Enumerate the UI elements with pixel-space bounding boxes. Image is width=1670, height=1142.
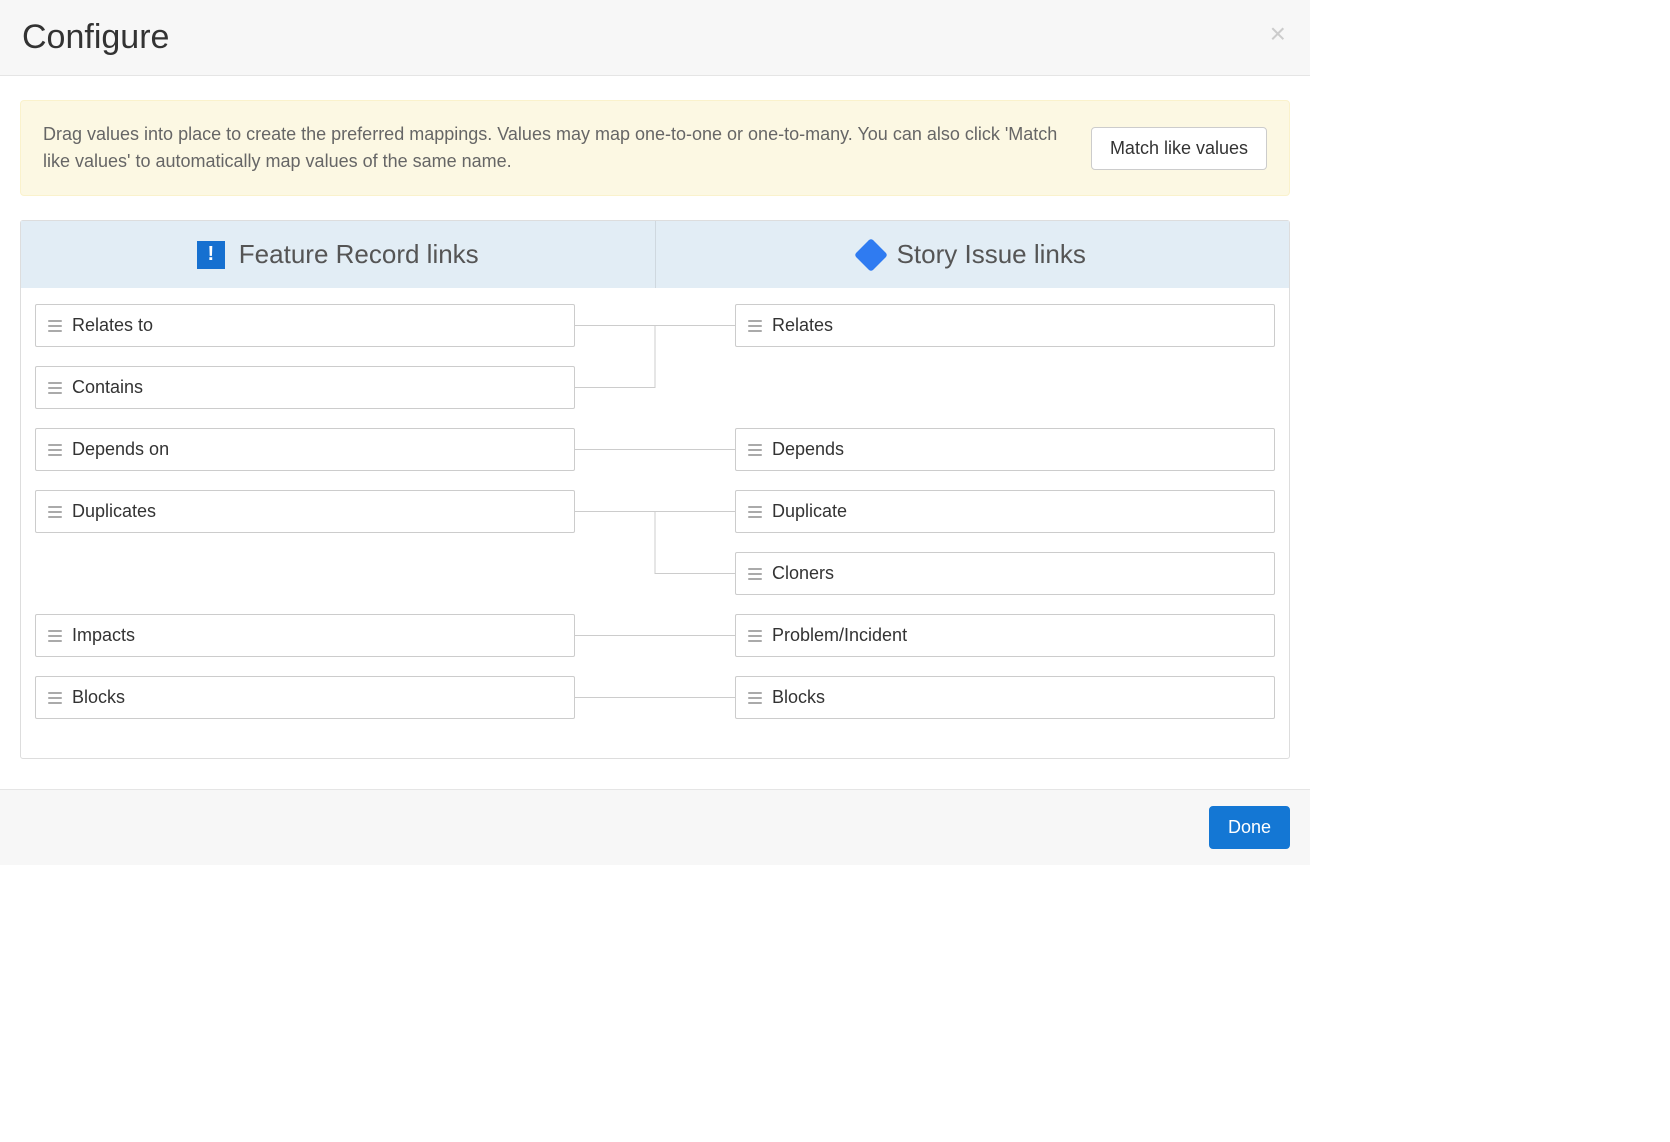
item-label: Problem/Incident xyxy=(772,625,907,646)
drag-handle-icon xyxy=(48,382,62,394)
item-label: Depends on xyxy=(72,439,169,460)
item-label: Duplicates xyxy=(72,501,156,522)
left-item[interactable]: Relates to xyxy=(35,304,575,347)
mapping-grid: Relates to Contains Depends on Duplicates Im… xyxy=(35,304,1275,738)
item-label: Cloners xyxy=(772,563,834,584)
aha-icon: ! xyxy=(197,241,225,269)
right-column-title: Story Issue links xyxy=(897,239,1086,270)
mapping-slot: Relates to xyxy=(35,304,575,350)
right-item[interactable]: Cloners xyxy=(735,552,1275,595)
right-column-header: Story Issue links xyxy=(655,221,1290,288)
left-item[interactable]: Contains xyxy=(35,366,575,409)
left-item[interactable]: Blocks xyxy=(35,676,575,719)
drag-handle-icon xyxy=(48,506,62,518)
drag-handle-icon xyxy=(748,320,762,332)
info-alert: Drag values into place to create the pre… xyxy=(20,100,1290,196)
mapping-slot: Depends xyxy=(735,428,1275,474)
item-label: Relates to xyxy=(72,315,153,336)
left-item[interactable]: Impacts xyxy=(35,614,575,657)
left-column: Relates to Contains Depends on Duplicates Im… xyxy=(35,304,655,738)
modal-title: Configure xyxy=(22,18,1288,57)
mapping-slot xyxy=(35,552,575,598)
drag-handle-icon xyxy=(48,320,62,332)
item-label: Depends xyxy=(772,439,844,460)
drag-handle-icon xyxy=(748,568,762,580)
mapping-slot: Cloners xyxy=(735,552,1275,598)
right-item[interactable]: Relates xyxy=(735,304,1275,347)
drag-handle-icon xyxy=(748,444,762,456)
item-label: Duplicate xyxy=(772,501,847,522)
mapping-slot: Blocks xyxy=(35,676,575,722)
right-item[interactable]: Depends xyxy=(735,428,1275,471)
mapping-body: Relates to Contains Depends on Duplicates Im… xyxy=(21,288,1289,758)
modal-header: Configure × xyxy=(0,0,1310,76)
left-column-title: Feature Record links xyxy=(239,239,479,270)
modal-body: Drag values into place to create the pre… xyxy=(0,76,1310,789)
right-item[interactable]: Duplicate xyxy=(735,490,1275,533)
right-column: Relates Depends Duplicate Cloners Problem/In… xyxy=(655,304,1275,738)
mapping-slot: Depends on xyxy=(35,428,575,474)
drag-handle-icon xyxy=(48,692,62,704)
mapping-slot: Blocks xyxy=(735,676,1275,722)
modal-footer: Done xyxy=(0,789,1310,865)
item-label: Blocks xyxy=(772,687,825,708)
right-item[interactable]: Problem/Incident xyxy=(735,614,1275,657)
match-like-values-button[interactable]: Match like values xyxy=(1091,127,1267,170)
drag-handle-icon xyxy=(748,692,762,704)
mapping-slot: Impacts xyxy=(35,614,575,660)
close-button[interactable]: × xyxy=(1266,16,1290,52)
item-label: Impacts xyxy=(72,625,135,646)
left-item[interactable]: Depends on xyxy=(35,428,575,471)
mapping-slot: Relates xyxy=(735,304,1275,350)
mapping-slot: Contains xyxy=(35,366,575,412)
mapping-slot: Duplicates xyxy=(35,490,575,536)
mapping-slot: Problem/Incident xyxy=(735,614,1275,660)
mapping-slot xyxy=(735,366,1275,412)
item-label: Blocks xyxy=(72,687,125,708)
mapping-slot: Duplicate xyxy=(735,490,1275,536)
jira-icon xyxy=(854,238,888,272)
drag-handle-icon xyxy=(748,630,762,642)
left-item[interactable]: Duplicates xyxy=(35,490,575,533)
right-item[interactable]: Blocks xyxy=(735,676,1275,719)
alert-text: Drag values into place to create the pre… xyxy=(43,121,1067,175)
item-label: Relates xyxy=(772,315,833,336)
left-column-header: ! Feature Record links xyxy=(21,221,655,288)
drag-handle-icon xyxy=(48,444,62,456)
item-label: Contains xyxy=(72,377,143,398)
mapping-headers: ! Feature Record links Story Issue links xyxy=(21,221,1289,288)
mapping-panel: ! Feature Record links Story Issue links… xyxy=(20,220,1290,759)
drag-handle-icon xyxy=(748,506,762,518)
done-button[interactable]: Done xyxy=(1209,806,1290,849)
drag-handle-icon xyxy=(48,630,62,642)
close-icon: × xyxy=(1270,18,1286,49)
